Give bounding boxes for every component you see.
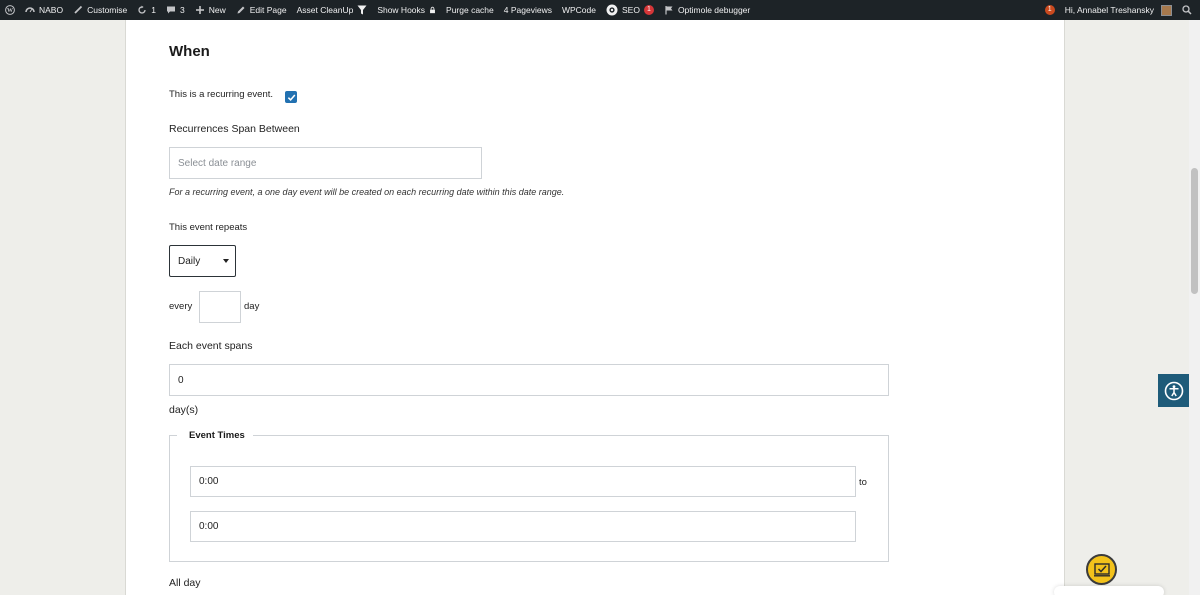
to-label: to: [859, 477, 867, 488]
comments-link[interactable]: 3: [161, 0, 190, 20]
date-range-help: For a recurring event, a one day event w…: [169, 187, 565, 197]
avatar: [1161, 4, 1172, 16]
customise-label: Customise: [87, 5, 128, 15]
lock-icon: [430, 6, 435, 14]
purge-cache-link[interactable]: Purge cache: [441, 0, 499, 20]
asset-cleanup-label: Asset CleanUp: [296, 5, 354, 15]
repeat-frequency-value: Daily: [178, 255, 201, 267]
filter-icon: [357, 5, 367, 15]
pageviews-link[interactable]: 4 Pageviews: [499, 0, 557, 20]
show-hooks-label: Show Hooks: [377, 5, 426, 15]
accessibility-button[interactable]: [1158, 374, 1189, 407]
event-spans-input[interactable]: 0: [169, 364, 889, 396]
scrollbar-thumb[interactable]: [1191, 168, 1198, 294]
admin-search[interactable]: [1177, 0, 1200, 20]
updates-link[interactable]: 1: [132, 0, 161, 20]
comments-count: 3: [179, 5, 185, 15]
user-greeting: Hi, Annabel Treshansky: [1064, 5, 1154, 15]
repeats-label: This event repeats: [169, 222, 248, 233]
asset-cleanup-link[interactable]: Asset CleanUp: [292, 0, 373, 20]
pageviews-label: 4 Pageviews: [503, 5, 552, 15]
optimole-debugger-link[interactable]: Optimole debugger: [659, 0, 755, 20]
seo-icon: [606, 4, 618, 16]
repeat-frequency-select[interactable]: Daily: [169, 245, 236, 277]
new-label: New: [208, 5, 226, 15]
page-scrollbar[interactable]: [1189, 20, 1200, 595]
edit-page-link[interactable]: Edit Page: [231, 0, 292, 20]
accessibility-icon: [1164, 381, 1183, 400]
feedback-button[interactable]: [1086, 554, 1117, 585]
comment-icon: [166, 6, 175, 14]
wpcode-link[interactable]: WPCode: [557, 0, 601, 20]
purge-cache-label: Purge cache: [446, 5, 494, 15]
wordpress-icon: W: [5, 5, 15, 15]
event-times-fieldset: [169, 435, 889, 562]
search-icon: [1182, 5, 1192, 15]
brush-icon: [74, 5, 83, 14]
end-time-input[interactable]: 0:00: [190, 511, 856, 542]
site-name-menu[interactable]: NABO: [20, 0, 68, 20]
date-range-input[interactable]: Select date range: [169, 147, 482, 179]
customise-link[interactable]: Customise: [68, 0, 132, 20]
seo-menu[interactable]: SEO 1: [601, 0, 659, 20]
every-interval-input[interactable]: [199, 291, 241, 323]
site-name: NABO: [39, 5, 64, 15]
pencil-icon: [237, 6, 245, 14]
plus-icon: [195, 6, 204, 14]
spans-label: Each event spans: [169, 340, 253, 352]
section-heading-when: When: [169, 43, 210, 60]
svg-text:W: W: [7, 8, 13, 14]
recurring-checkbox[interactable]: [285, 91, 297, 103]
days-unit-label: day(s): [169, 404, 199, 416]
notifications-badge: 1: [1044, 5, 1055, 15]
event-form-panel: When This is a recurring event. Recurren…: [125, 20, 1065, 595]
updates-icon: [138, 5, 146, 14]
checklist-icon: [1093, 562, 1110, 577]
notifications-link[interactable]: 1: [1040, 0, 1060, 20]
dashboard-icon: [25, 7, 35, 13]
every-label: every: [169, 301, 193, 312]
start-time-input[interactable]: 0:00: [190, 466, 856, 497]
seo-label: SEO: [621, 5, 640, 15]
recurring-label: This is a recurring event.: [169, 89, 274, 100]
wordpress-menu[interactable]: W: [0, 0, 20, 20]
admin-bar: W NABO Customise 1 3 New Edit Page Asset…: [0, 0, 1200, 20]
wpcode-label: WPCode: [561, 5, 596, 15]
bottom-widget-card: [1054, 586, 1164, 595]
seo-badge: 1: [643, 5, 654, 15]
day-label: day: [244, 301, 260, 312]
edit-page-label: Edit Page: [249, 5, 287, 15]
chevron-down-icon: [223, 259, 229, 263]
flag-icon: [665, 6, 673, 15]
my-account-menu[interactable]: Hi, Annabel Treshansky: [1060, 0, 1177, 20]
event-times-legend: Event Times: [177, 430, 253, 441]
updates-count: 1: [151, 5, 156, 15]
optimole-label: Optimole debugger: [677, 5, 751, 15]
span-label: Recurrences Span Between: [169, 123, 300, 135]
show-hooks-link[interactable]: Show Hooks: [372, 0, 441, 20]
all-day-label: All day: [169, 577, 201, 589]
check-icon: [287, 93, 295, 101]
new-content-menu[interactable]: New: [190, 0, 231, 20]
